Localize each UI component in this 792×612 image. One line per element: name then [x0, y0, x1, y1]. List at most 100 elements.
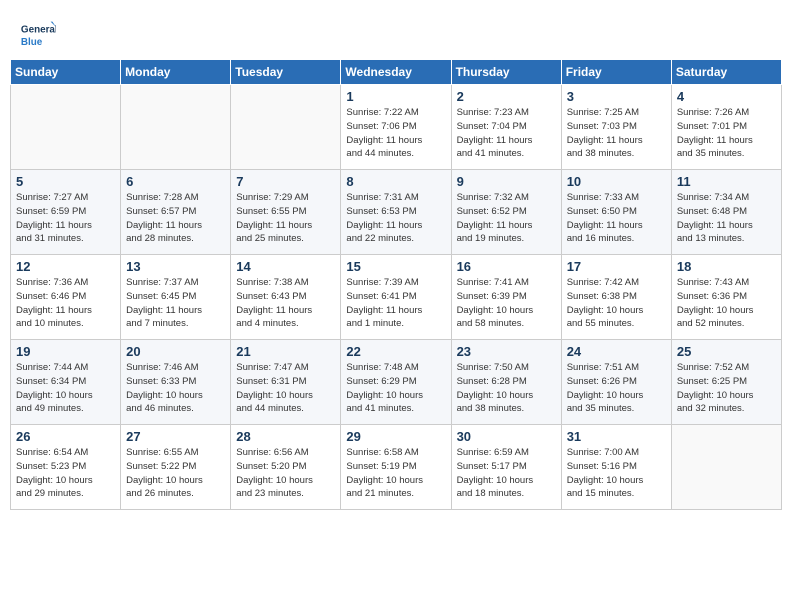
weekday-header: Sunday — [11, 60, 121, 85]
weekday-header: Friday — [561, 60, 671, 85]
day-number: 12 — [16, 259, 115, 274]
day-number: 4 — [677, 89, 776, 104]
day-number: 28 — [236, 429, 335, 444]
calendar-cell: 3Sunrise: 7:25 AM Sunset: 7:03 PM Daylig… — [561, 85, 671, 170]
day-info: Sunrise: 7:39 AM Sunset: 6:41 PM Dayligh… — [346, 276, 445, 331]
day-number: 9 — [457, 174, 556, 189]
day-number: 26 — [16, 429, 115, 444]
calendar-cell: 11 Sunrise: 7:34 AM Sunset: 6:48 PM Dayli… — [671, 170, 781, 255]
logo: General Blue — [20, 18, 56, 54]
day-info: Sunrise: 7:42 AM Sunset: 6:38 PM Dayligh… — [567, 276, 666, 331]
day-info: Sunrise: 7:27 AM Sunset: 6:59 PM Dayligh… — [16, 191, 115, 246]
calendar-cell: 8Sunrise: 7:31 AM Sunset: 6:53 PM Daylig… — [341, 170, 451, 255]
day-info: Sunrise: 7:44 AM Sunset: 6:34 PM Dayligh… — [16, 361, 115, 416]
day-info: Sunrise: 7:34 AM Sunset: 6:48 PM Dayligh… — [677, 191, 776, 246]
day-info: Sunrise: 7:52 AM Sunset: 6:25 PM Dayligh… — [677, 361, 776, 416]
day-number: 5 — [16, 174, 115, 189]
calendar-week-row: 26 Sunrise: 6:54 AM Sunset: 5:23 PM Dayli… — [11, 425, 782, 510]
day-number: 13 — [126, 259, 225, 274]
day-number: 17 — [567, 259, 666, 274]
calendar-cell: 27Sunrise: 6:55 AM Sunset: 5:22 PM Dayli… — [121, 425, 231, 510]
calendar-cell: 7 Sunrise: 7:29 AM Sunset: 6:55 PM Daylig… — [231, 170, 341, 255]
day-number: 22 — [346, 344, 445, 359]
day-number: 23 — [457, 344, 556, 359]
day-info: Sunrise: 7:28 AM Sunset: 6:57 PM Dayligh… — [126, 191, 225, 246]
day-info: Sunrise: 7:38 AM Sunset: 6:43 PM Dayligh… — [236, 276, 335, 331]
day-info: Sunrise: 7:36 AM Sunset: 6:46 PM Dayligh… — [16, 276, 115, 331]
calendar-cell: 31 Sunrise: 7:00 AM Sunset: 5:16 PM Dayli… — [561, 425, 671, 510]
calendar-cell: 24 Sunrise: 7:51 AM Sunset: 6:26 PM Dayli… — [561, 340, 671, 425]
calendar-week-row: 5 Sunrise: 7:27 AM Sunset: 6:59 PM Daylig… — [11, 170, 782, 255]
day-number: 16 — [457, 259, 556, 274]
header-row: SundayMondayTuesdayWednesdayThursdayFrid… — [11, 60, 782, 85]
calendar-cell: 10Sunrise: 7:33 AM Sunset: 6:50 PM Dayli… — [561, 170, 671, 255]
day-number: 11 — [677, 174, 776, 189]
day-info: Sunrise: 7:47 AM Sunset: 6:31 PM Dayligh… — [236, 361, 335, 416]
day-number: 20 — [126, 344, 225, 359]
day-number: 1 — [346, 89, 445, 104]
calendar-cell: 1 Sunrise: 7:22 AM Sunset: 7:06 PM Daylig… — [341, 85, 451, 170]
calendar-cell: 20 Sunrise: 7:46 AM Sunset: 6:33 PM Dayli… — [121, 340, 231, 425]
day-info: Sunrise: 7:41 AM Sunset: 6:39 PM Dayligh… — [457, 276, 556, 331]
day-number: 18 — [677, 259, 776, 274]
calendar-cell: 17 Sunrise: 7:42 AM Sunset: 6:38 PM Dayli… — [561, 255, 671, 340]
weekday-header: Tuesday — [231, 60, 341, 85]
weekday-header: Wednesday — [341, 60, 451, 85]
day-info: Sunrise: 7:31 AM Sunset: 6:53 PM Dayligh… — [346, 191, 445, 246]
calendar-cell — [121, 85, 231, 170]
day-info: Sunrise: 7:23 AM Sunset: 7:04 PM Dayligh… — [457, 106, 556, 161]
day-number: 21 — [236, 344, 335, 359]
day-info: Sunrise: 7:46 AM Sunset: 6:33 PM Dayligh… — [126, 361, 225, 416]
day-number: 15 — [346, 259, 445, 274]
calendar-cell: 6 Sunrise: 7:28 AM Sunset: 6:57 PM Daylig… — [121, 170, 231, 255]
day-info: Sunrise: 7:43 AM Sunset: 6:36 PM Dayligh… — [677, 276, 776, 331]
day-number: 2 — [457, 89, 556, 104]
day-number: 3 — [567, 89, 666, 104]
calendar-cell: 21 Sunrise: 7:47 AM Sunset: 6:31 PM Dayli… — [231, 340, 341, 425]
day-info: Sunrise: 6:55 AM Sunset: 5:22 PM Dayligh… — [126, 446, 225, 501]
calendar-cell: 18 Sunrise: 7:43 AM Sunset: 6:36 PM Dayli… — [671, 255, 781, 340]
calendar-cell: 25 Sunrise: 7:52 AM Sunset: 6:25 PM Dayli… — [671, 340, 781, 425]
day-info: Sunrise: 6:59 AM Sunset: 5:17 PM Dayligh… — [457, 446, 556, 501]
day-number: 19 — [16, 344, 115, 359]
calendar-cell — [231, 85, 341, 170]
calendar-week-row: 1 Sunrise: 7:22 AM Sunset: 7:06 PM Daylig… — [11, 85, 782, 170]
day-info: Sunrise: 7:26 AM Sunset: 7:01 PM Dayligh… — [677, 106, 776, 161]
day-info: Sunrise: 6:54 AM Sunset: 5:23 PM Dayligh… — [16, 446, 115, 501]
calendar-cell — [11, 85, 121, 170]
day-number: 7 — [236, 174, 335, 189]
svg-text:General: General — [21, 24, 56, 35]
weekday-header: Saturday — [671, 60, 781, 85]
calendar-cell: 4 Sunrise: 7:26 AM Sunset: 7:01 PM Daylig… — [671, 85, 781, 170]
day-info: Sunrise: 7:51 AM Sunset: 6:26 PM Dayligh… — [567, 361, 666, 416]
calendar-cell: 30Sunrise: 6:59 AM Sunset: 5:17 PM Dayli… — [451, 425, 561, 510]
page-header: General Blue — [10, 10, 782, 59]
day-number: 31 — [567, 429, 666, 444]
calendar-week-row: 12 Sunrise: 7:36 AM Sunset: 6:46 PM Dayli… — [11, 255, 782, 340]
day-info: Sunrise: 6:56 AM Sunset: 5:20 PM Dayligh… — [236, 446, 335, 501]
logo-icon: General Blue — [20, 18, 56, 54]
weekday-header: Monday — [121, 60, 231, 85]
day-number: 25 — [677, 344, 776, 359]
calendar-cell: 9Sunrise: 7:32 AM Sunset: 6:52 PM Daylig… — [451, 170, 561, 255]
calendar-cell: 5 Sunrise: 7:27 AM Sunset: 6:59 PM Daylig… — [11, 170, 121, 255]
day-info: Sunrise: 7:29 AM Sunset: 6:55 PM Dayligh… — [236, 191, 335, 246]
day-number: 10 — [567, 174, 666, 189]
day-info: Sunrise: 7:48 AM Sunset: 6:29 PM Dayligh… — [346, 361, 445, 416]
day-number: 24 — [567, 344, 666, 359]
day-number: 29 — [346, 429, 445, 444]
calendar-cell: 14Sunrise: 7:38 AM Sunset: 6:43 PM Dayli… — [231, 255, 341, 340]
weekday-header: Thursday — [451, 60, 561, 85]
day-info: Sunrise: 7:22 AM Sunset: 7:06 PM Dayligh… — [346, 106, 445, 161]
day-info: Sunrise: 7:37 AM Sunset: 6:45 PM Dayligh… — [126, 276, 225, 331]
calendar-cell: 15 Sunrise: 7:39 AM Sunset: 6:41 PM Dayli… — [341, 255, 451, 340]
calendar-cell: 2 Sunrise: 7:23 AM Sunset: 7:04 PM Daylig… — [451, 85, 561, 170]
calendar-cell — [671, 425, 781, 510]
calendar-table: SundayMondayTuesdayWednesdayThursdayFrid… — [10, 59, 782, 510]
calendar-cell: 19 Sunrise: 7:44 AM Sunset: 6:34 PM Dayli… — [11, 340, 121, 425]
calendar-cell: 29Sunrise: 6:58 AM Sunset: 5:19 PM Dayli… — [341, 425, 451, 510]
calendar-cell: 28 Sunrise: 6:56 AM Sunset: 5:20 PM Dayli… — [231, 425, 341, 510]
calendar-cell: 16 Sunrise: 7:41 AM Sunset: 6:39 PM Dayli… — [451, 255, 561, 340]
day-info: Sunrise: 7:00 AM Sunset: 5:16 PM Dayligh… — [567, 446, 666, 501]
day-number: 6 — [126, 174, 225, 189]
